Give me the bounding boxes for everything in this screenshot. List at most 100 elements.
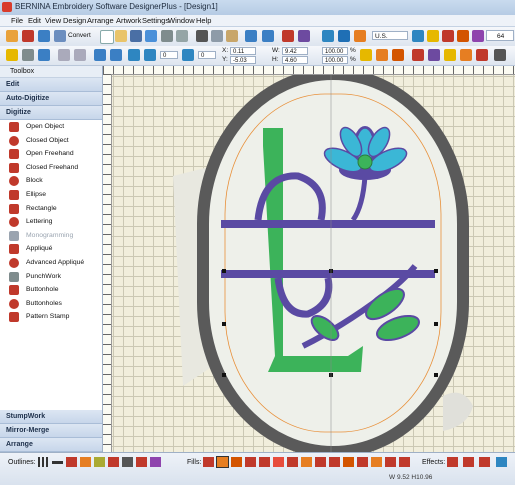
print-preview-icon[interactable] bbox=[176, 30, 188, 42]
fill-lace-icon[interactable] bbox=[399, 457, 410, 467]
mirror-horizontal-icon[interactable] bbox=[94, 49, 106, 61]
rotate-left-icon[interactable] bbox=[128, 49, 140, 61]
cross-stitch-icon[interactable] bbox=[412, 49, 424, 61]
tool-lettering[interactable]: Lettering bbox=[0, 215, 102, 229]
monogram-tool-icon[interactable] bbox=[444, 49, 456, 61]
fill-radial-icon[interactable] bbox=[259, 457, 270, 467]
menu-settings[interactable]: Settings bbox=[142, 16, 169, 25]
outline-triple-icon[interactable] bbox=[52, 461, 63, 464]
polygon-select-icon[interactable] bbox=[22, 49, 34, 61]
convert-icon[interactable] bbox=[54, 30, 66, 42]
view-icon[interactable] bbox=[412, 30, 424, 42]
fill-wave-icon[interactable] bbox=[301, 457, 312, 467]
fill-cross-icon[interactable] bbox=[329, 457, 340, 467]
design-icon[interactable] bbox=[354, 30, 366, 42]
fill-spiral-icon[interactable] bbox=[287, 457, 298, 467]
outline-stemstitch-icon[interactable] bbox=[136, 457, 147, 467]
outline-blanket-icon[interactable] bbox=[80, 457, 91, 467]
fill-heart-icon[interactable] bbox=[273, 457, 284, 467]
export-icon[interactable] bbox=[145, 30, 157, 42]
height-percent-field[interactable]: 100.00 bbox=[322, 56, 348, 64]
paste-icon[interactable] bbox=[226, 30, 238, 42]
tool-advanced-applique[interactable]: Advanced Appliqué bbox=[0, 256, 102, 270]
menu-design[interactable]: Design bbox=[63, 16, 86, 25]
effect-density-icon[interactable] bbox=[447, 457, 458, 467]
tool-buttonhole[interactable]: Buttonhole bbox=[0, 283, 102, 297]
distribute-icon[interactable] bbox=[392, 49, 404, 61]
tool-rectangle[interactable]: Rectangle bbox=[0, 202, 102, 216]
fill-sketch-icon[interactable] bbox=[357, 457, 368, 467]
group-icon[interactable] bbox=[58, 49, 70, 61]
copy-icon[interactable] bbox=[211, 30, 223, 42]
grid-icon[interactable] bbox=[338, 30, 350, 42]
tool-pattern-stamp[interactable]: Pattern Stamp bbox=[0, 310, 102, 324]
sparkle-icon[interactable] bbox=[460, 49, 472, 61]
menu-window[interactable]: Window bbox=[168, 16, 195, 25]
menu-file[interactable]: File bbox=[11, 16, 23, 25]
menu-help[interactable]: Help bbox=[196, 16, 211, 25]
section-arrange[interactable]: Arrange bbox=[0, 438, 102, 452]
tool-open-object[interactable]: Open Object bbox=[0, 120, 102, 134]
show-fabric-icon[interactable] bbox=[427, 30, 439, 42]
tool-closed-object[interactable]: Closed Object bbox=[0, 134, 102, 148]
fill-pattern-icon[interactable] bbox=[231, 457, 242, 467]
show-objects-icon[interactable] bbox=[457, 30, 469, 42]
height-field[interactable]: 4.60 bbox=[282, 56, 308, 64]
effect-pull-icon[interactable] bbox=[463, 457, 474, 467]
embroidery-design[interactable] bbox=[103, 66, 515, 452]
zoom-field[interactable]: 64 bbox=[486, 30, 514, 41]
redo-icon[interactable] bbox=[262, 30, 274, 42]
hoop-icon[interactable] bbox=[298, 30, 310, 42]
lock-icon[interactable] bbox=[360, 49, 372, 61]
fill-motif-icon[interactable] bbox=[371, 457, 382, 467]
artwork-icon[interactable] bbox=[38, 30, 50, 42]
hoop-select[interactable]: U.S. bbox=[372, 31, 408, 40]
outline-bead-icon[interactable] bbox=[108, 457, 119, 467]
width-percent-field[interactable]: 100.00 bbox=[322, 47, 348, 55]
tool-block[interactable]: Block bbox=[0, 174, 102, 188]
outline-motif-icon[interactable] bbox=[94, 457, 105, 467]
ungroup-icon[interactable] bbox=[74, 49, 86, 61]
tool-buttonholes[interactable]: Buttonholes bbox=[0, 297, 102, 311]
new-icon[interactable] bbox=[100, 30, 114, 44]
show-stitches-icon[interactable] bbox=[442, 30, 454, 42]
effect-more-icon[interactable] bbox=[496, 457, 507, 467]
rotate-angle-field[interactable]: 0 bbox=[160, 51, 178, 59]
skew-angle-field[interactable]: 0 bbox=[198, 51, 216, 59]
fill-stipple-icon[interactable] bbox=[315, 457, 326, 467]
design-canvas[interactable] bbox=[103, 66, 515, 452]
section-digitize[interactable]: Digitize bbox=[0, 106, 102, 120]
tool-closed-freehand[interactable]: Closed Freehand bbox=[0, 161, 102, 175]
fill-trapunto-icon[interactable] bbox=[385, 457, 396, 467]
outline-running-icon[interactable] bbox=[38, 457, 49, 467]
mirror-vertical-icon[interactable] bbox=[110, 49, 122, 61]
cut-icon[interactable] bbox=[196, 30, 208, 42]
menu-arrange[interactable]: Arrange bbox=[87, 16, 114, 25]
effect-settings-icon[interactable] bbox=[479, 457, 490, 467]
stitch-icon[interactable] bbox=[22, 30, 34, 42]
outline-backstitch-icon[interactable] bbox=[122, 457, 133, 467]
y-position-field[interactable]: -5.03 bbox=[230, 56, 256, 64]
menu-artwork[interactable]: Artwork bbox=[116, 16, 141, 25]
color-wheel-icon[interactable] bbox=[476, 49, 488, 61]
wizard-icon[interactable] bbox=[6, 30, 18, 42]
reshape-icon[interactable] bbox=[38, 49, 50, 61]
section-edit[interactable]: Edit bbox=[0, 78, 102, 92]
tool-open-freehand[interactable]: Open Freehand bbox=[0, 147, 102, 161]
open-icon[interactable] bbox=[115, 30, 127, 42]
realistic-icon[interactable] bbox=[472, 30, 484, 42]
tool-monogramming[interactable]: Monogramming bbox=[0, 229, 102, 243]
undo-icon[interactable] bbox=[245, 30, 257, 42]
skew-icon[interactable] bbox=[182, 49, 194, 61]
quilt-icon[interactable] bbox=[428, 49, 440, 61]
convert-label[interactable]: Convert bbox=[68, 32, 91, 39]
rotate-right-icon[interactable] bbox=[144, 49, 156, 61]
menu-edit[interactable]: Edit bbox=[28, 16, 41, 25]
outline-candlewick-icon[interactable] bbox=[150, 457, 161, 467]
select-object-icon[interactable] bbox=[6, 49, 18, 61]
measure-icon[interactable] bbox=[322, 30, 334, 42]
x-position-field[interactable]: 0.11 bbox=[230, 47, 256, 55]
print-icon[interactable] bbox=[161, 30, 173, 42]
outline-satin-icon[interactable] bbox=[66, 457, 77, 467]
section-auto-digitize[interactable]: Auto-Digitize bbox=[0, 92, 102, 106]
